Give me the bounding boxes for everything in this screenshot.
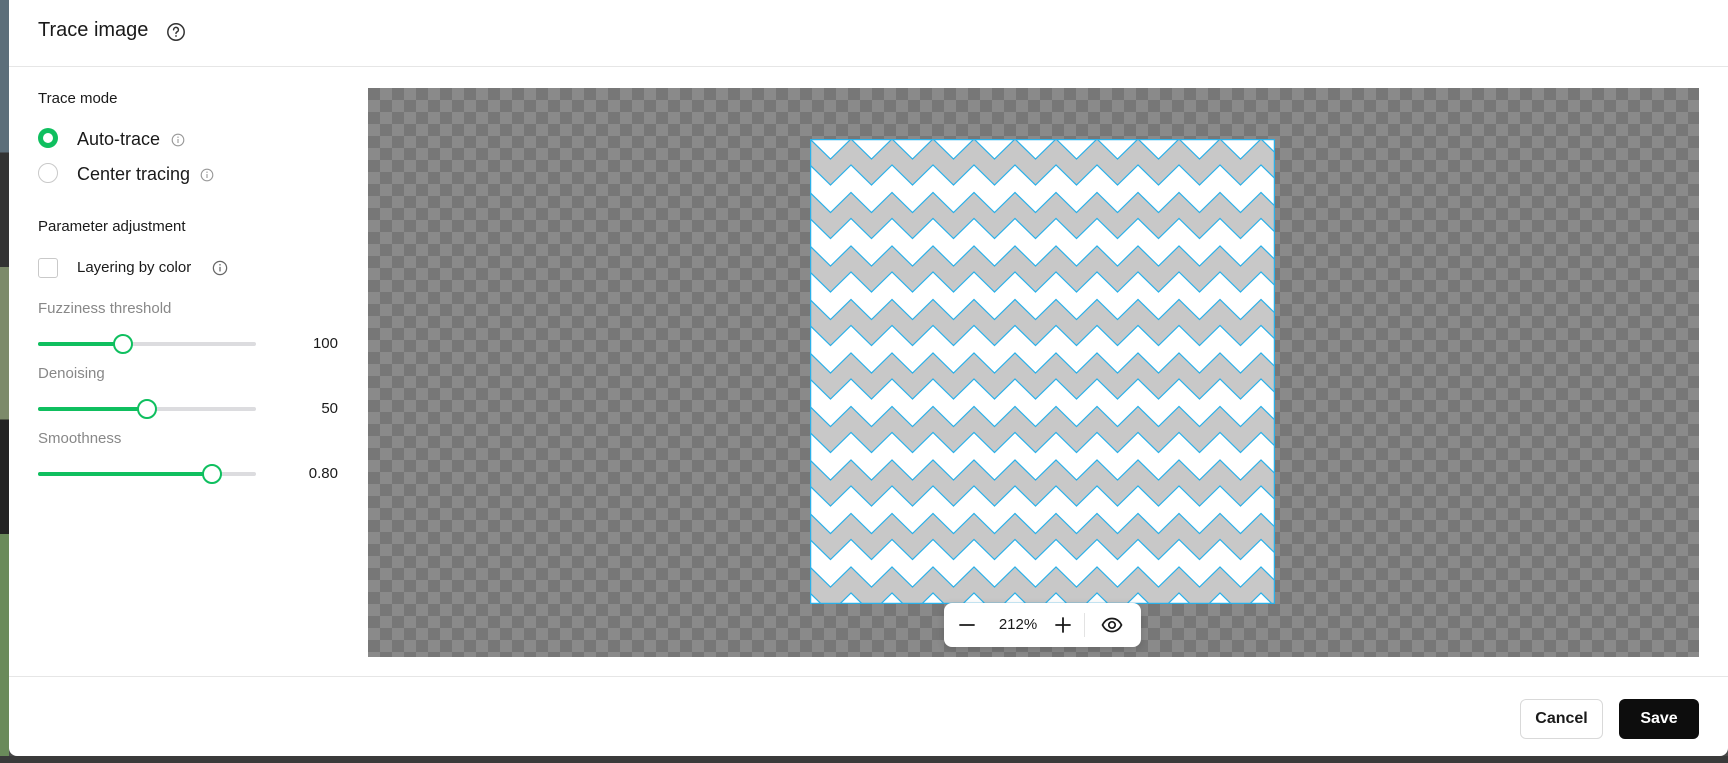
zoom-level: 212%: [998, 616, 1038, 633]
slider-fill: [38, 407, 147, 411]
traced-image-preview: [810, 139, 1275, 604]
slider-thumb[interactable]: [137, 399, 157, 419]
denoising-label: Denoising: [38, 365, 105, 382]
trace-image-dialog: Trace image Trace mode Auto-trace Center…: [9, 0, 1728, 756]
smoothness-value: 0.80: [308, 465, 338, 482]
denoising-slider[interactable]: [38, 399, 256, 419]
fuzziness-threshold-label: Fuzziness threshold: [38, 300, 172, 317]
trace-mode-heading: Trace mode: [38, 90, 118, 107]
cancel-button[interactable]: Cancel: [1520, 699, 1603, 739]
parameter-adjustment-heading: Parameter adjustment: [38, 218, 186, 235]
radio-auto-trace[interactable]: [38, 128, 58, 148]
layering-by-color-checkbox[interactable]: [38, 258, 58, 278]
save-button[interactable]: Save: [1619, 699, 1699, 739]
preview-canvas[interactable]: 212%: [368, 88, 1699, 657]
dialog-title: Trace image: [38, 19, 149, 41]
eye-icon[interactable]: [1100, 613, 1124, 637]
smoothness-label: Smoothness: [38, 430, 122, 447]
minus-icon[interactable]: [955, 613, 979, 637]
background-app-strip: [0, 0, 9, 763]
slider-fill: [38, 472, 213, 476]
info-icon[interactable]: [171, 133, 185, 147]
slider-thumb[interactable]: [202, 464, 223, 484]
denoising-value: 50: [321, 400, 338, 417]
radio-center-tracing[interactable]: [38, 163, 58, 183]
smoothness-slider[interactable]: [38, 464, 256, 484]
info-icon[interactable]: [200, 168, 214, 182]
question-circle-icon[interactable]: [166, 22, 186, 42]
slider-thumb[interactable]: [113, 334, 134, 354]
fuzziness-threshold-value: 100: [312, 335, 338, 352]
fuzziness-threshold-slider[interactable]: [38, 334, 256, 354]
layering-by-color-label[interactable]: Layering by color: [77, 259, 191, 276]
dialog-footer: Cancel Save: [9, 676, 1728, 756]
radio-label-auto-trace[interactable]: Auto-trace: [77, 129, 160, 150]
radio-label-center-tracing[interactable]: Center tracing: [77, 164, 190, 185]
plus-icon[interactable]: [1051, 613, 1075, 637]
dialog-header: Trace image: [9, 0, 1728, 67]
zoom-toolbar: 212%: [944, 603, 1141, 647]
info-icon[interactable]: [212, 260, 228, 276]
slider-fill: [38, 342, 124, 346]
background-app-bottom: [0, 756, 1728, 763]
toolbar-divider: [1084, 613, 1085, 637]
